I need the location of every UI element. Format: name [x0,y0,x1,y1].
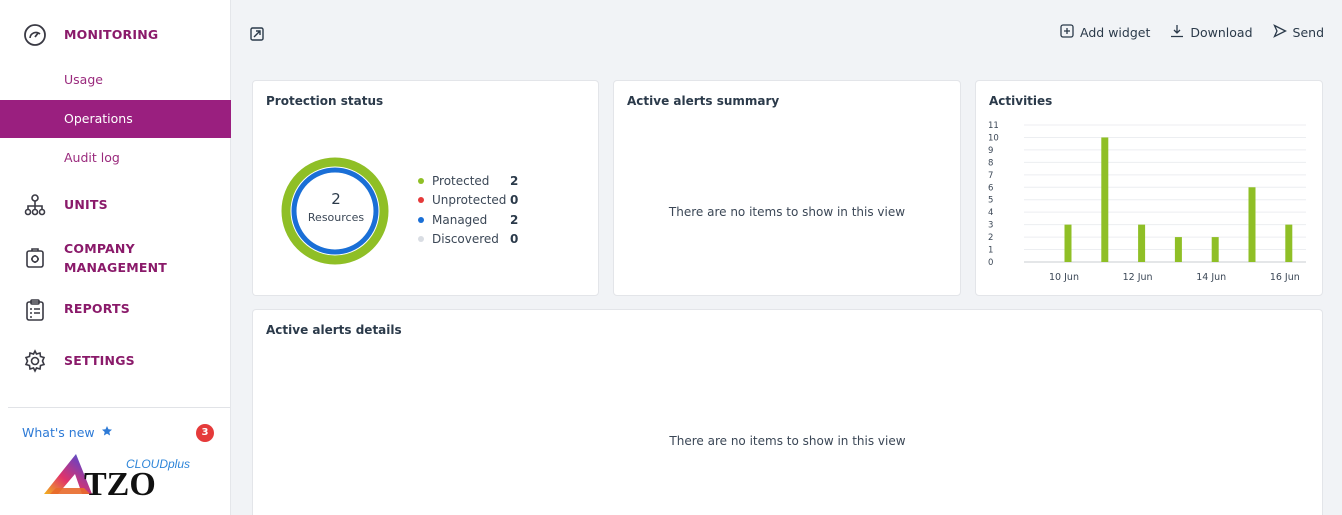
y-tick-label: 0 [988,258,993,268]
legend-dot [418,216,424,223]
nav-label-settings: SETTINGS [64,353,135,368]
y-tick-label: 1 [988,246,993,256]
legend-label: Protected [432,173,490,188]
nav-label-units: UNITS [64,197,108,212]
bar-13-jun[interactable] [1174,237,1182,262]
protection-legend: Protected 2 Unprotected 0 Managed 2 Disc… [418,171,518,249]
activities-widget: Activities 0 1 2 3 4 5 6 7 8 9 10 11 10 Jun 12 Jun 14 … [975,80,1323,296]
nav-section-company-management[interactable]: COMPANY MANAGEMENT [0,238,231,278]
sidebar-divider [8,407,230,408]
bar-14-jun[interactable] [1211,237,1219,262]
star-icon [101,425,113,440]
alerts-details-widget: Active alerts details There are no items… [252,309,1323,515]
y-tick-label: 5 [988,196,993,206]
legend-value: 0 [510,232,519,247]
download-icon [1170,24,1184,41]
legend-label: Discovered [432,232,499,247]
legend-value: 2 [510,212,519,227]
logo-super: CLOUDplus [126,457,190,471]
donut-center: 2 Resources [281,158,391,268]
whats-new-badge: 3 [196,424,214,442]
legend-item-protected: Protected 2 [418,171,518,191]
add-widget-label: Add widget [1080,25,1151,40]
alerts-details-title: Active alerts details [266,323,402,337]
sidebar-item-audit-log[interactable]: Audit log [0,139,231,177]
send-label: Send [1292,25,1324,40]
legend-item-discovered: Discovered 0 [418,230,518,250]
y-tick-label: 11 [988,121,999,131]
legend-label: Unprotected [432,193,507,208]
hierarchy-icon [22,192,48,218]
donut-center-label: Resources [307,211,365,224]
collapse-icon[interactable] [250,26,264,45]
alerts-summary-widget: Active alerts summary There are no items… [613,80,961,296]
y-tick-label: 8 [988,158,993,168]
x-tick-label: 12 Jun [1123,272,1153,283]
add-widget-button[interactable]: Add widget [1060,24,1150,41]
bar-11-jun[interactable] [1101,137,1109,262]
donut-center-value: 2 [331,190,341,208]
nav-label-monitoring: MONITORING [64,27,159,42]
protection-status-title: Protection status [266,94,384,108]
legend-dot [418,177,424,184]
alerts-summary-title: Active alerts summary [627,94,780,108]
sidebar-item-usage[interactable]: Usage [0,61,231,99]
activities-chart: 0 1 2 3 4 5 6 7 8 9 10 11 10 Jun 12 Jun 14 Jun 16 Jun [988,121,1306,283]
y-tick-label: 9 [988,146,993,156]
x-tick-label: 16 Jun [1270,272,1300,283]
download-label: Download [1190,25,1253,40]
send-button[interactable]: Send [1272,24,1324,41]
bar-16-jun[interactable] [1285,224,1293,262]
nav-section-settings[interactable]: SETTINGS [0,348,231,374]
legend-value: 0 [510,193,519,208]
legend-label: Managed [432,212,488,227]
nav-label-reports: REPORTS [64,301,130,316]
whats-new-link[interactable]: What's new [22,425,113,440]
y-tick-label: 4 [988,208,993,218]
alerts-summary-empty: There are no items to show in this view [668,205,906,219]
nav-section-monitoring[interactable]: MONITORING [0,22,231,48]
alerts-details-empty: There are no items to show in this view [669,434,906,448]
download-button[interactable]: Download [1170,24,1253,41]
legend-value: 2 [510,173,519,188]
nav-label-company-management: COMPANY MANAGEMENT [64,241,168,275]
y-tick-label: 2 [988,233,993,243]
x-tick-label: 14 Jun [1196,272,1226,283]
y-tick-label: 6 [988,183,993,193]
y-tick-label: 10 [988,133,999,143]
clipboard-icon [22,297,48,323]
legend-item-unprotected: Unprotected 0 [418,191,518,211]
legend-dot [418,197,424,204]
protection-status-widget: Protection status 2 Resources Protected … [252,80,599,296]
y-tick-label: 7 [988,171,993,181]
sidebar: MONITORING Usage Operations Audit log UN… [0,0,231,515]
nav-section-reports[interactable]: REPORTS [0,297,231,323]
toolbar: Add widget Download Send [232,10,1342,60]
gear-icon [22,348,48,374]
toolbar-actions: Add widget Download Send [1060,24,1324,41]
legend-dot [418,236,424,243]
gauge-icon [22,22,48,48]
building-icon [22,245,48,271]
nav-section-units[interactable]: UNITS [0,192,231,218]
bar-10-jun[interactable] [1064,224,1072,262]
logo-text: TZO [84,466,156,503]
whats-new-label: What's new [22,425,95,440]
add-box-icon [1060,24,1074,41]
sidebar-item-operations[interactable]: Operations [0,100,231,138]
company-logo: TZO CLOUDplus [40,448,210,510]
y-tick-label: 3 [988,221,993,231]
bar-12-jun[interactable] [1138,224,1146,262]
bar-15-jun[interactable] [1248,187,1256,262]
send-icon [1272,24,1287,41]
x-tick-label: 10 Jun [1049,272,1079,283]
legend-item-managed: Managed 2 [418,210,518,230]
